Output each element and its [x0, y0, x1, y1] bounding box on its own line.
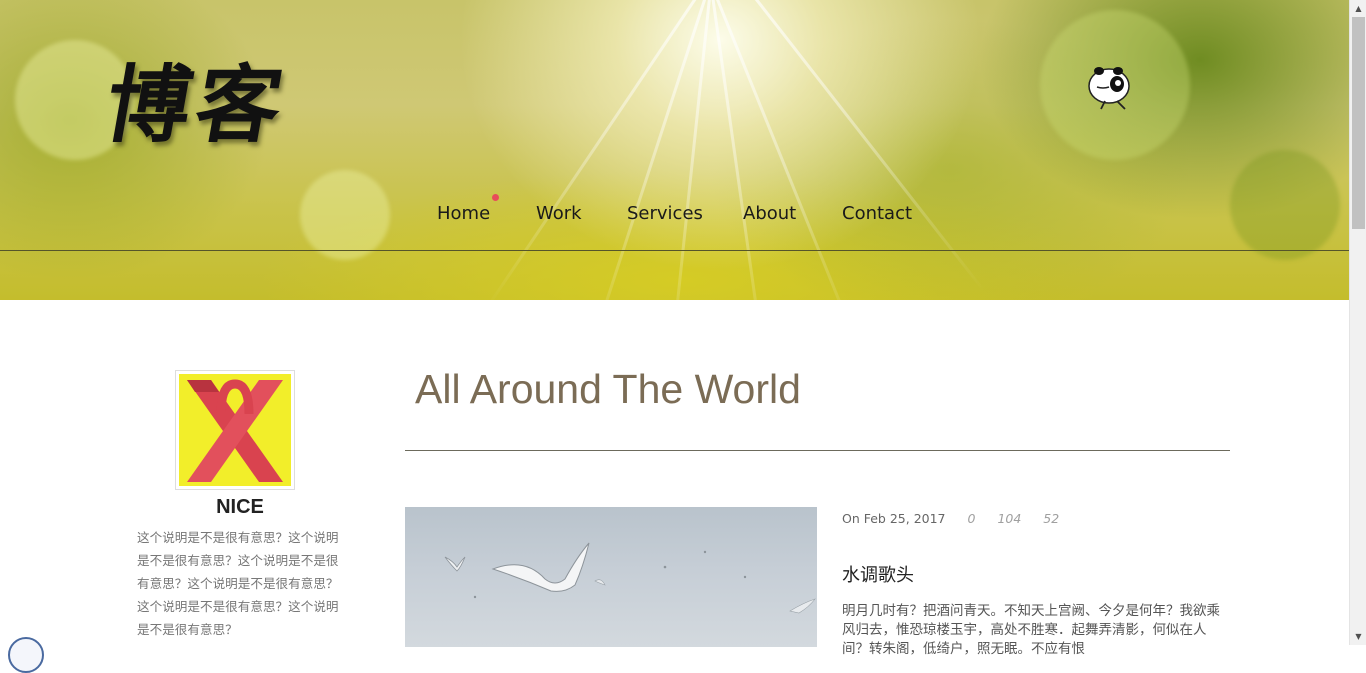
- nav-item-contact[interactable]: Contact: [842, 203, 912, 224]
- title-divider: [405, 450, 1230, 451]
- nav-item-work[interactable]: Work: [536, 203, 582, 224]
- light-ray: [700, 0, 861, 300]
- seagulls-image: [444, 542, 816, 614]
- light-ray: [586, 0, 719, 300]
- post-date: On Feb 25, 2017: [842, 511, 946, 526]
- post-excerpt: 明月几时有？把酒问青天。不知天上宫阙、今夕是何年？我欲乘风归去，惟恐琼楼玉宇，高…: [842, 603, 1220, 657]
- post-stat-views: 104: [997, 511, 1022, 526]
- header-divider: [0, 250, 1349, 251]
- site-logo[interactable]: 博客: [97, 38, 298, 159]
- post-title[interactable]: 水调歌头: [842, 561, 914, 587]
- scrollbar-thumb[interactable]: [1352, 17, 1365, 229]
- arrow-up-icon[interactable]: ▲: [1350, 0, 1366, 17]
- nav-item-home[interactable]: Home: [437, 203, 490, 224]
- active-indicator-dot: [492, 194, 499, 201]
- profile-name: NICE: [216, 496, 264, 518]
- floating-widget-button[interactable]: [8, 637, 44, 673]
- post-stat-likes: 52: [1043, 511, 1060, 526]
- light-ray: [724, 0, 986, 292]
- avatar[interactable]: [175, 370, 295, 490]
- x-ribbon-icon: [179, 374, 291, 486]
- nav-item-services[interactable]: Services: [627, 203, 703, 224]
- nav-item-about[interactable]: About: [743, 203, 796, 224]
- vertical-scrollbar[interactable]: ▲ ▼: [1349, 0, 1366, 645]
- profile-description: 这个说明是不是很有意思？这个说明是不是很有意思？这个说明是不是很有意思？这个说明…: [137, 530, 339, 637]
- arrow-down-icon[interactable]: ▼: [1350, 628, 1366, 645]
- light-ray: [668, 0, 715, 300]
- panda-mascot-icon[interactable]: [1087, 64, 1133, 110]
- bokeh-light: [1230, 150, 1340, 260]
- post-thumbnail[interactable]: [405, 507, 817, 647]
- post-stat-comments: 0: [967, 511, 976, 526]
- header-banner: 博客 Home Work Services About Contact: [0, 0, 1349, 300]
- post-meta: On Feb 25, 2017 0 104 52: [842, 511, 1059, 526]
- avatar-logo-icon: [179, 374, 291, 486]
- page-title: All Around The World: [415, 366, 801, 412]
- bokeh-light: [300, 170, 390, 260]
